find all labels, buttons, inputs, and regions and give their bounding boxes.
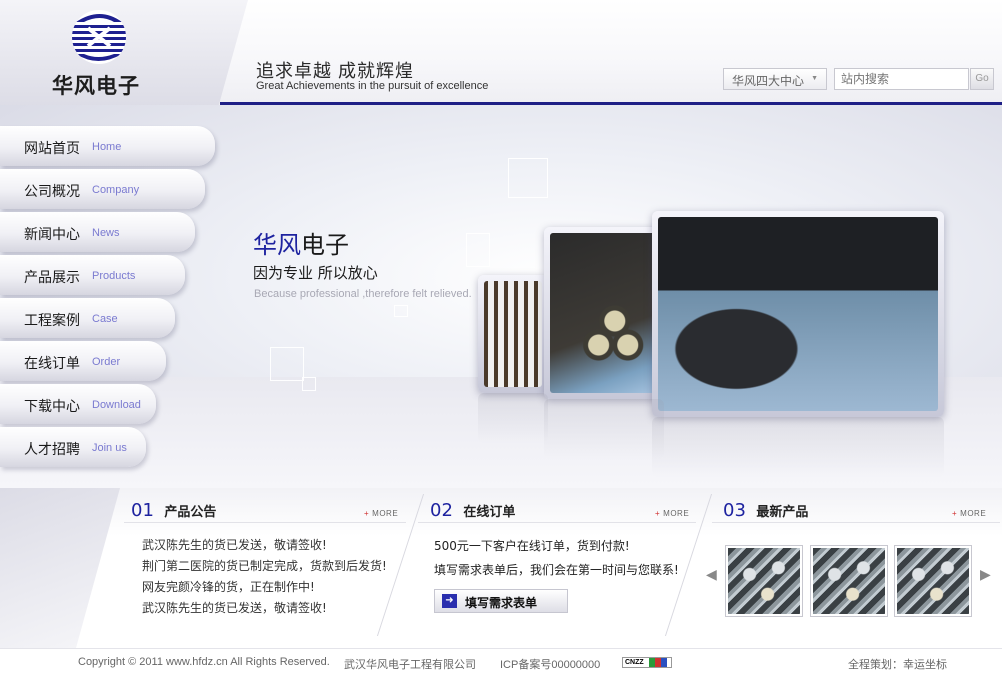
deco-square <box>302 377 316 391</box>
banner-title-highlight: 华风 <box>253 231 301 259</box>
center-select[interactable]: 华风四大中心 ▼ <box>723 68 827 90</box>
more-label: MORE <box>960 509 987 518</box>
deco-square <box>466 233 490 267</box>
nav-item-label-en: News <box>92 227 120 239</box>
deco-square <box>508 158 548 198</box>
order-panel-header: 02 在线订单 <box>430 500 515 521</box>
nav-item-download[interactable]: 下载中心 Download <box>0 384 156 424</box>
photo-reflection <box>544 399 664 459</box>
list-item[interactable]: 武汉陈先生的货已发送，敬请签收! <box>142 599 387 620</box>
slogan-en: Great Achievements in the pursuit of exc… <box>256 80 489 92</box>
products-panel-title: 最新产品 <box>756 505 809 520</box>
notice-panel-number: 01 <box>131 500 154 521</box>
nav-item-label: 在线订单 <box>24 356 80 372</box>
order-info-line: 500元一下客户在线订单，货到付款! <box>434 539 630 553</box>
products-more-link[interactable]: + MORE <box>952 509 986 518</box>
footer-icp[interactable]: ICP备案号00000000 <box>500 656 600 672</box>
panel-header-rule <box>712 522 1000 523</box>
product-thumbnail[interactable] <box>725 545 803 617</box>
product-thumbnail[interactable] <box>894 545 972 617</box>
notice-more-link[interactable]: + MORE <box>364 509 398 518</box>
banner-photo-small <box>478 275 548 393</box>
nav-item-label-en: Order <box>92 356 121 368</box>
logo-text: 华风电子 <box>52 74 140 98</box>
search-input[interactable] <box>834 68 969 90</box>
nav-item-company[interactable]: 公司概况 Company <box>0 169 205 209</box>
deco-square <box>270 347 304 381</box>
list-item[interactable]: 武汉陈先生的货已发送，敬请签收! <box>142 536 387 557</box>
panel-header-rule <box>124 522 406 523</box>
notice-list: 武汉陈先生的货已发送，敬请签收! 荆门第二医院的货已制定完成，货款到后发货! 网… <box>142 536 387 620</box>
nav-item-label: 新闻中心 <box>24 227 80 243</box>
nav-item-label-en: Case <box>92 313 118 325</box>
nav-item-home[interactable]: 网站首页 Home <box>0 126 215 166</box>
nav-item-news[interactable]: 新闻中心 News <box>0 212 195 252</box>
search-button[interactable]: Go <box>970 68 994 90</box>
list-item[interactable]: 网友完颜冷锋的货，正在制作中! <box>142 578 387 599</box>
microphone-device-image <box>658 217 938 411</box>
product-image <box>813 548 885 614</box>
nav-item-label: 下载中心 <box>24 399 80 415</box>
footer-copyright: Copyright © 2011 www.hfdz.cn All Rights … <box>78 656 330 668</box>
banner-photo-large <box>652 211 944 417</box>
footer-credit[interactable]: 全程策划：幸运坐标 <box>848 656 947 672</box>
banner-title: 华风电子 <box>253 225 349 260</box>
banner-subtitle: 因为专业 所以放心 <box>253 264 378 282</box>
nav-item-label-en: Join us <box>92 442 127 454</box>
notice-panel-header: 01 产品公告 <box>131 500 216 521</box>
banner-subtitle-en: Because professional ,therefore felt rel… <box>254 288 472 300</box>
order-info-line: 填写需求表单后，我们会在第一时间与您联系! <box>434 563 679 577</box>
banner-photo-mid <box>544 227 664 399</box>
nav-item-label: 产品展示 <box>24 270 80 286</box>
center-select-value: 华风四大中心 <box>732 74 805 88</box>
nav-item-label-en: Home <box>92 141 122 153</box>
plus-icon: + <box>364 509 370 518</box>
nav-item-label-en: Company <box>92 184 140 196</box>
fill-request-form-label: 填写需求表单 <box>465 596 538 610</box>
products-panel-header: 03 最新产品 <box>723 500 808 521</box>
list-item[interactable]: 荆门第二医院的货已制定完成，货款到后发货! <box>142 557 387 578</box>
photo-reflection <box>478 393 548 443</box>
more-label: MORE <box>372 509 399 518</box>
photo-reflection <box>652 417 944 477</box>
logo-area[interactable]: 华风电子 <box>0 0 248 108</box>
nav-item-label: 网站首页 <box>24 141 80 157</box>
circuit-board-image <box>484 281 542 387</box>
nav-item-products[interactable]: 产品展示 Products <box>0 255 185 295</box>
more-label: MORE <box>663 509 690 518</box>
nav-item-label: 公司概况 <box>24 184 80 200</box>
chevron-right-icon[interactable]: ▶ <box>980 566 991 583</box>
banner-title-rest: 电子 <box>301 231 349 259</box>
notice-panel-title: 产品公告 <box>164 505 217 520</box>
product-image <box>728 548 800 614</box>
order-panel-title: 在线订单 <box>463 505 516 520</box>
arrow-right-icon: ➜ <box>442 594 457 608</box>
footer-company: 武汉华风电子工程有限公司 <box>344 658 476 671</box>
plus-icon: + <box>655 509 661 518</box>
nav-item-label: 工程案例 <box>24 313 80 329</box>
nav-item-label: 人才招聘 <box>24 442 80 458</box>
chevron-down-icon: ▼ <box>811 75 818 82</box>
order-more-link[interactable]: + MORE <box>655 509 689 518</box>
product-thumbnail[interactable] <box>810 545 888 617</box>
panel-header-rule <box>418 522 696 523</box>
deco-square <box>394 305 408 317</box>
nav-item-label-en: Download <box>92 399 141 411</box>
cnzz-badge[interactable]: CNZZ <box>622 657 672 668</box>
nav-item-label-en: Products <box>92 270 136 282</box>
connector-box-image <box>550 233 658 393</box>
chevron-left-icon[interactable]: ◀ <box>706 566 717 583</box>
nav-item-order[interactable]: 在线订单 Order <box>0 341 166 381</box>
nav-item-case[interactable]: 工程案例 Case <box>0 298 175 338</box>
plus-icon: + <box>952 509 958 518</box>
footer-divider <box>0 648 1002 649</box>
products-panel-number: 03 <box>723 500 746 521</box>
logo-icon <box>72 10 126 64</box>
fill-request-form-button[interactable]: ➜ 填写需求表单 <box>434 589 568 613</box>
order-panel-number: 02 <box>430 500 453 521</box>
product-image <box>897 548 969 614</box>
nav-item-join-us[interactable]: 人才招聘 Join us <box>0 427 146 467</box>
